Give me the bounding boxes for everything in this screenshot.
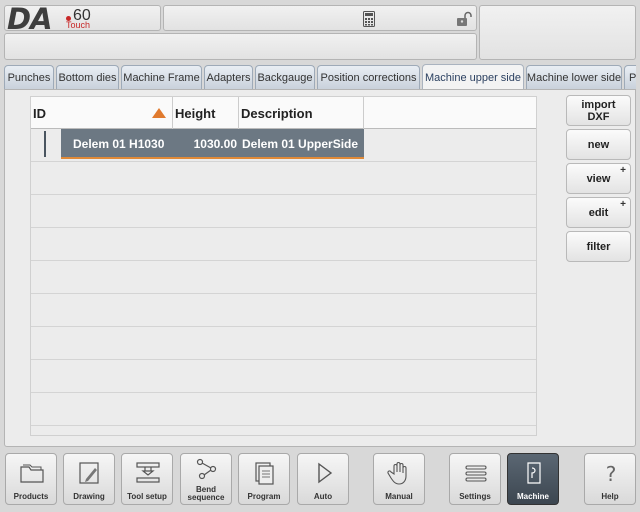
nav-bend-sequence-button[interactable]: Bend sequence xyxy=(180,453,232,505)
settings-list-icon xyxy=(465,465,487,482)
import-dxf-label-line1: import xyxy=(581,98,616,111)
edit-button[interactable]: edit + xyxy=(566,197,631,228)
view-button[interactable]: view + xyxy=(566,163,631,194)
nav-machine-button[interactable]: Machine xyxy=(507,453,559,505)
bend-sequence-icon xyxy=(196,458,217,480)
table-row-empty xyxy=(31,360,536,393)
new-button[interactable]: new xyxy=(566,129,631,160)
import-dxf-label: import DXF xyxy=(581,99,615,123)
expand-plus-icon: + xyxy=(620,199,626,210)
message-bar xyxy=(4,33,477,60)
tab-machine-lower-side[interactable]: Machine lower side xyxy=(526,65,622,89)
nav-label: Bend sequence xyxy=(187,485,225,502)
tools-table: ID Height Description Delem 01 H1030 103… xyxy=(30,96,537,436)
nav-label: Settings xyxy=(459,492,491,501)
table-row-empty xyxy=(31,162,536,195)
table-row-empty xyxy=(31,294,536,327)
nav-label: Manual xyxy=(385,492,413,501)
header-status-bar xyxy=(163,5,477,31)
machine-icon xyxy=(527,462,541,484)
cell-description: Delem 01 UpperSide xyxy=(242,137,359,151)
cell-height: 1030.00 xyxy=(193,137,237,151)
tab-machine-upper-side[interactable]: Machine upper side xyxy=(422,64,524,89)
table-header: ID Height Description xyxy=(31,97,536,129)
nav-label: Auto xyxy=(313,492,333,501)
table-row[interactable]: Delem 01 H1030 1030.00 Delem 01 UpperSid… xyxy=(31,129,536,162)
unlock-icon[interactable] xyxy=(456,11,472,27)
tab-backgauge[interactable]: Backgauge xyxy=(255,65,315,89)
expand-plus-icon: + xyxy=(620,165,626,176)
nav-drawing-button[interactable]: Drawing xyxy=(63,453,115,505)
nav-label: Products xyxy=(13,492,49,501)
table-row-empty xyxy=(31,393,536,426)
hand-icon xyxy=(387,462,407,485)
nav-manual-button[interactable]: Manual xyxy=(373,453,425,505)
table-row-empty xyxy=(31,261,536,294)
row-cursor xyxy=(44,131,46,157)
play-icon xyxy=(318,462,333,484)
info-panel xyxy=(479,5,636,60)
table-row-empty xyxy=(31,327,536,360)
selected-row-highlight[interactable]: Delem 01 H1030 1030.00 Delem 01 UpperSid… xyxy=(61,129,364,159)
nav-label: Drawing xyxy=(73,492,105,501)
view-button-label: view xyxy=(586,172,611,185)
column-header-id-label: ID xyxy=(33,105,46,121)
import-dxf-button[interactable]: import DXF xyxy=(566,95,631,126)
logo-variant: Touch xyxy=(66,20,91,30)
cell-id: Delem 01 H1030 xyxy=(73,137,165,151)
nav-label: Program xyxy=(247,492,281,501)
nav-products-button[interactable]: Products xyxy=(5,453,57,505)
nav-program-button[interactable]: Program xyxy=(238,453,290,505)
nav-auto-button[interactable]: Auto xyxy=(297,453,349,505)
logo-brand: DA xyxy=(7,2,53,36)
tab-adapters[interactable]: Adapters xyxy=(204,65,253,89)
tab-overflow[interactable]: P xyxy=(624,65,636,89)
tab-bottom-dies[interactable]: Bottom dies xyxy=(56,65,119,89)
logo: DA 60 Touch xyxy=(4,2,161,36)
tool-setup-icon xyxy=(136,462,160,483)
folder-icon xyxy=(20,464,44,483)
sort-ascending-icon xyxy=(152,108,166,118)
calculator-icon[interactable] xyxy=(363,11,375,27)
nav-help-button[interactable]: ? Help xyxy=(584,453,636,505)
edit-button-label: edit xyxy=(588,206,609,219)
program-icon xyxy=(255,462,274,485)
column-header-id[interactable]: ID xyxy=(31,97,173,129)
tab-machine-frame[interactable]: Machine Frame xyxy=(121,65,202,89)
nav-label: Help xyxy=(601,492,619,501)
help-icon: ? xyxy=(606,462,617,486)
tab-position-corrections[interactable]: Position corrections xyxy=(317,65,420,89)
column-header-description[interactable]: Description xyxy=(239,97,364,129)
svg-text:?: ? xyxy=(606,462,617,486)
column-header-height[interactable]: Height xyxy=(173,97,239,129)
tab-punches[interactable]: Punches xyxy=(4,65,54,89)
import-dxf-label-line2: DXF xyxy=(587,110,610,123)
nav-tool-setup-button[interactable]: Tool setup xyxy=(121,453,173,505)
nav-settings-button[interactable]: Settings xyxy=(449,453,501,505)
filter-button[interactable]: filter xyxy=(566,231,631,262)
tab-bar: Punches Bottom dies Machine Frame Adapte… xyxy=(4,64,636,89)
table-row-empty xyxy=(31,195,536,228)
nav-label: Tool setup xyxy=(127,492,167,501)
nav-label: Machine xyxy=(516,492,549,501)
table-row-empty xyxy=(31,228,536,261)
drawing-icon xyxy=(79,462,99,484)
